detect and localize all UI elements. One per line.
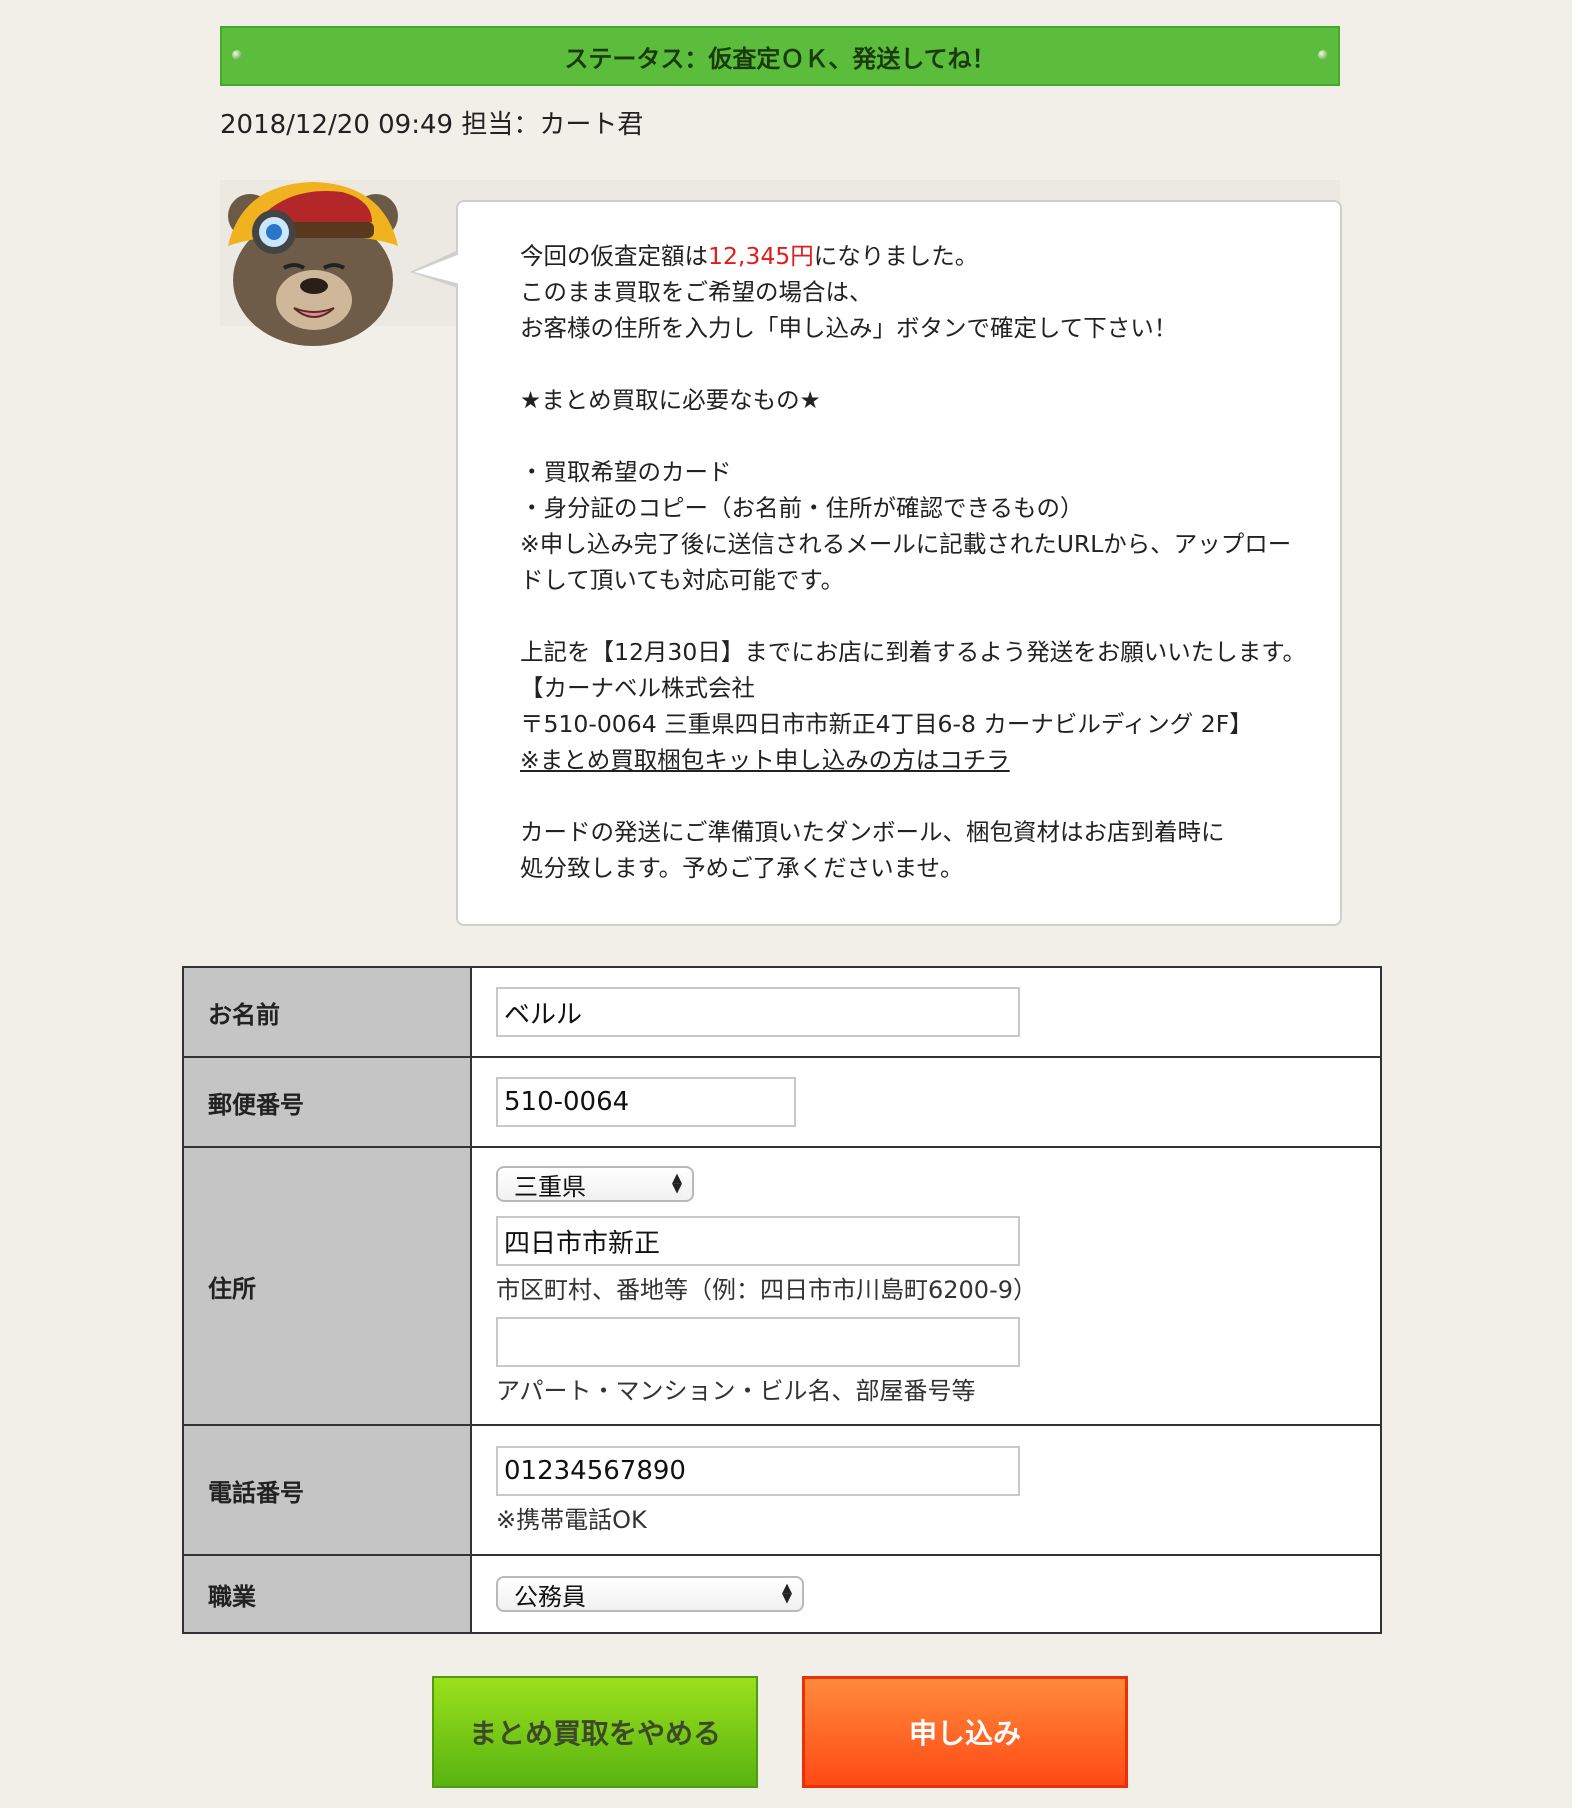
- phone-label: 電話番号: [182, 1424, 472, 1556]
- select-arrows-icon: ▲ ▼: [672, 1171, 682, 1196]
- address-label: 住所: [182, 1146, 472, 1426]
- cancel-bulk-buy-button[interactable]: まとめ買取をやめる: [432, 1676, 758, 1788]
- disposal-line-1: カードの発送にご準備頂いたダンボール、梱包資材はお店到着時に: [520, 818, 1225, 846]
- name-cell: [470, 966, 1382, 1058]
- kit-application-link[interactable]: ※まとめ買取梱包キット申し込みの方はコチラ: [520, 746, 1010, 774]
- message-line-2: このまま買取をご希望の場合は、: [520, 278, 873, 306]
- job-select[interactable]: 公務員 ▲ ▼: [496, 1576, 804, 1612]
- needs-item-id: ・身分証のコピー（お名前・住所が確認できるもの）: [520, 494, 1084, 522]
- status-dot-right: [1318, 50, 1328, 60]
- price-suffix: になりました。: [813, 242, 979, 270]
- page: ステータス：仮査定ＯＫ、発送してね！ 2018/12/20 09:49 担当：カ…: [0, 0, 1572, 1808]
- address-form: お名前 郵便番号 住所 三重県 ▲▼ 市区町村、番地等（例：四日市市川島町620…: [182, 966, 1382, 1634]
- upload-note-2: ドして頂いても対応可能です。: [520, 566, 845, 594]
- price-prefix: 今回の仮査定額は: [520, 242, 708, 270]
- upload-note-1: ※申し込み完了後に送信されるメールに記載されたURLから、アップロー: [520, 530, 1292, 558]
- form-row-job: 職業 公務員 ▲ ▼: [182, 1554, 1382, 1634]
- status-dot-left: [232, 50, 242, 60]
- deadline-line: 上記を【12月30日】までにお店に到着するよう発送をお願いいたします。: [520, 638, 1306, 666]
- form-row-postal: 郵便番号: [182, 1056, 1382, 1148]
- name-label: お名前: [182, 966, 472, 1058]
- estimated-price: 12,345円: [708, 242, 814, 270]
- name-input[interactable]: [496, 987, 1020, 1037]
- job-label: 職業: [182, 1554, 472, 1634]
- bubble-tail-inner: [414, 254, 460, 284]
- building-input[interactable]: [496, 1317, 1020, 1367]
- form-row-phone: 電話番号 ※携帯電話OK: [182, 1424, 1382, 1556]
- bear-mascot-icon: [222, 176, 404, 352]
- city-input[interactable]: [496, 1216, 1020, 1266]
- disposal-line-2: 処分致します。予めご了承くださいませ。: [520, 854, 964, 882]
- needs-item-card: ・買取希望のカード: [520, 458, 732, 486]
- prefecture-value: 三重県: [514, 1172, 586, 1201]
- prefecture-select[interactable]: 三重県 ▲ ▼: [496, 1166, 694, 1202]
- meta-datetime: 2018/12/20 09:49: [220, 110, 454, 140]
- apply-button[interactable]: 申し込み: [802, 1676, 1128, 1788]
- address-cell: 三重県 ▲▼ 市区町村、番地等（例：四日市市川島町6200-9） アパート・マン…: [470, 1146, 1382, 1426]
- status-banner: ステータス：仮査定ＯＫ、発送してね！: [220, 26, 1340, 86]
- form-row-name: お名前: [182, 966, 1382, 1058]
- postal-label: 郵便番号: [182, 1056, 472, 1148]
- needs-heading: ★まとめ買取に必要なもの★: [520, 386, 821, 414]
- phone-hint: ※携帯電話OK: [496, 1505, 647, 1534]
- message-text: 今回の仮査定額は12,345円になりました。 このまま買取をご希望の場合は、 お…: [520, 238, 1320, 886]
- price-line: 今回の仮査定額は12,345円になりました。: [520, 238, 1320, 274]
- meta-staff: 担当：カート君: [461, 110, 644, 140]
- address-line: 〒510-0064 三重県四日市市新正4丁目6-8 カーナビルディング 2F】: [520, 710, 1253, 738]
- message-line-3: お客様の住所を入力し「申し込み」ボタンで確定して下さい！: [520, 314, 1178, 342]
- form-row-address: 住所 三重県 ▲▼ 市区町村、番地等（例：四日市市川島町6200-9） アパート…: [182, 1146, 1382, 1426]
- select-arrows-icon: ▲ ▼: [782, 1581, 792, 1606]
- phone-cell: ※携帯電話OK: [470, 1424, 1382, 1556]
- postal-code-input[interactable]: [496, 1077, 796, 1127]
- building-hint: アパート・マンション・ビル名、部屋番号等: [496, 1377, 976, 1405]
- meta-line: 2018/12/20 09:49 担当：カート君: [220, 104, 643, 141]
- status-text: ステータス：仮査定ＯＫ、発送してね！: [564, 44, 996, 73]
- job-value: 公務員: [514, 1582, 586, 1611]
- postal-cell: [470, 1056, 1382, 1148]
- job-cell: 公務員 ▲ ▼: [470, 1554, 1382, 1634]
- company-line: 【カーナベル株式会社: [520, 674, 755, 702]
- phone-input[interactable]: [496, 1445, 1020, 1496]
- city-hint: 市区町村、番地等（例：四日市市川島町6200-9）: [496, 1276, 1038, 1304]
